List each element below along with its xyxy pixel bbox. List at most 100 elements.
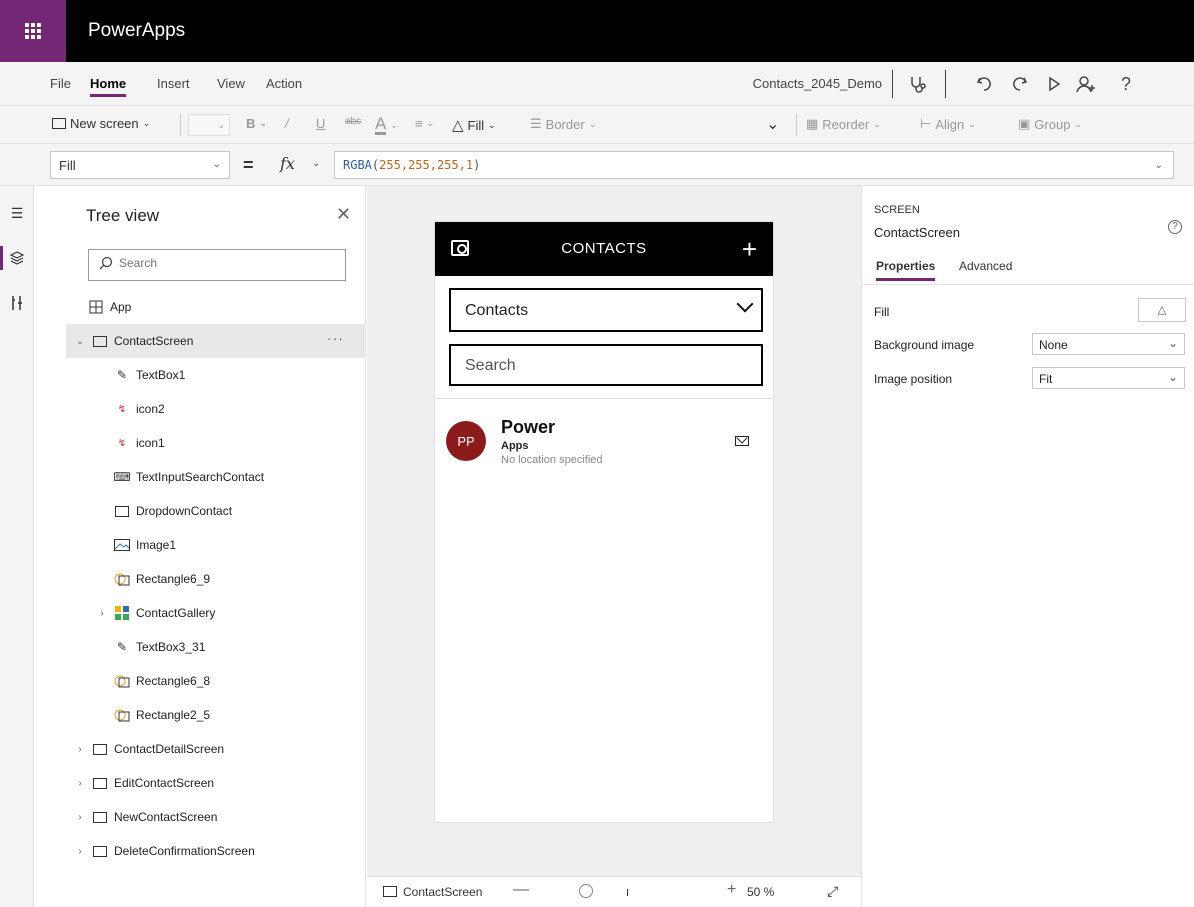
tree-item-rectangle6_9[interactable]: Rectangle6_9 (66, 562, 366, 596)
menu-view[interactable]: View (217, 76, 245, 91)
new-screen-label: New screen (70, 116, 139, 131)
tree-item-newcontactscreen[interactable]: › NewContactScreen (66, 800, 366, 834)
group-button[interactable]: ▣ Group ⌄ (1018, 116, 1082, 132)
chevron-down-icon (736, 295, 754, 313)
tree-item-label: icon2 (136, 402, 165, 416)
tree-item-app[interactable]: App (66, 290, 366, 324)
screen-header[interactable]: CONTACTS + (435, 222, 773, 276)
contact-dropdown[interactable]: Contacts (449, 288, 763, 332)
tree-search-input[interactable] (119, 256, 319, 270)
chevron-down-icon: ⌄ (1167, 370, 1178, 384)
expand-formula-icon[interactable]: ⌄ (1155, 160, 1163, 171)
more-options-icon[interactable]: ··· (327, 330, 344, 346)
tree-item-deleteconfirmationscreen[interactable]: › DeleteConfirmationScreen (66, 834, 366, 868)
tree-item-textbox1[interactable]: ✎ TextBox1 (66, 358, 366, 392)
share-user-icon[interactable] (1072, 70, 1100, 98)
menu-home[interactable]: Home (90, 76, 127, 97)
add-icon[interactable]: + (742, 234, 757, 265)
paint-bucket-icon: △ (452, 117, 464, 134)
font-color-button[interactable]: A ⌄ (375, 115, 398, 135)
tree-item-icon1[interactable]: ↯ icon1 (66, 426, 366, 460)
close-icon[interactable]: ✕ (336, 204, 351, 225)
align-lines-icon: ≡ (415, 116, 423, 131)
align-button[interactable]: ⊢ Align ⌄ (920, 116, 976, 132)
undo-icon[interactable] (970, 70, 998, 98)
tree-item-editcontactscreen[interactable]: › EditContactScreen (66, 766, 366, 800)
image-position-label: Image position (874, 372, 953, 386)
chevron-right-icon[interactable]: › (74, 846, 86, 857)
tree-item-image1[interactable]: Image1 (66, 528, 366, 562)
tree-item-textbox3_31[interactable]: ✎ TextBox3_31 (66, 630, 366, 664)
formula-input[interactable]: RGBA(255,255,255,1) ⌄ (334, 151, 1174, 179)
zoom-slider-handle[interactable] (579, 884, 593, 898)
mail-icon[interactable] (735, 436, 749, 446)
tree-item-rectangle6_8[interactable]: Rectangle6_8 (66, 664, 366, 698)
chevron-right-icon[interactable]: › (74, 778, 86, 789)
contact-screen-preview[interactable]: CONTACTS + Contacts Search PP Power Apps… (435, 222, 773, 822)
contact-search-input[interactable]: Search (449, 344, 763, 386)
avatar: PP (446, 421, 486, 461)
fit-to-window-icon[interactable]: ⤢ (827, 883, 838, 900)
image-position-dropdown[interactable]: Fit ⌄ (1032, 367, 1185, 389)
tree-item-label: icon1 (136, 436, 165, 450)
gallery-icon (114, 605, 130, 621)
italic-button[interactable]: / (285, 116, 289, 131)
tree-view-panel: Tree view ✕ App ⌄ ContactScreen ··· ✎ Te… (66, 186, 366, 907)
fill-button[interactable]: △ Fill ⌄ (452, 116, 496, 134)
strikethrough-button[interactable]: abc (345, 116, 361, 127)
tree-search-box[interactable] (88, 249, 346, 281)
fill-color-picker[interactable]: △ (1138, 298, 1186, 322)
tab-advanced[interactable]: Advanced (959, 259, 1012, 273)
tree-item-icon2[interactable]: ↯ icon2 (66, 392, 366, 426)
zoom-out-icon[interactable]: — (513, 881, 529, 899)
reorder-label: Reorder (822, 116, 870, 132)
tree-item-contactdetailscreen[interactable]: › ContactDetailScreen (66, 732, 366, 766)
tree-item-label: ContactGallery (136, 606, 216, 620)
screen-icon (92, 775, 108, 791)
chevron-right-icon[interactable]: › (74, 812, 86, 823)
layers-icon[interactable] (6, 247, 28, 269)
bold-button[interactable]: B ⌄ (246, 116, 267, 131)
hamburger-icon[interactable]: ☰ (6, 202, 28, 224)
more-chevron-icon[interactable]: ⌄ (766, 114, 779, 134)
tree-item-dropdowncontact[interactable]: DropdownContact (66, 494, 366, 528)
font-size-select[interactable]: ⌄ (188, 114, 230, 136)
chevron-right-icon[interactable]: › (96, 608, 108, 619)
control-name[interactable]: ContactScreen (874, 225, 960, 240)
chevron-down-icon: ⌄ (217, 119, 225, 130)
tree-item-label: DropdownContact (136, 504, 233, 518)
chevron-down-icon[interactable]: ⌄ (74, 336, 86, 347)
menu-action[interactable]: Action (266, 76, 302, 91)
contact-name[interactable]: Power (501, 417, 555, 438)
tree-item-rectangle2_5[interactable]: Rectangle2_5 (66, 698, 366, 732)
background-image-dropdown[interactable]: None ⌄ (1032, 333, 1185, 355)
file-name[interactable]: Contacts_2045_Demo (753, 76, 882, 91)
tree-item-contactgallery[interactable]: › ContactGallery (66, 596, 366, 630)
menu-insert[interactable]: Insert (157, 76, 190, 91)
new-screen-button[interactable]: New screen ⌄ (52, 116, 150, 131)
text-align-button[interactable]: ≡ ⌄ (415, 116, 434, 131)
app-launcher-button[interactable] (0, 0, 66, 62)
preview-play-icon[interactable] (1040, 70, 1068, 98)
underline-button[interactable]: U (316, 116, 325, 131)
tab-properties[interactable]: Properties (876, 259, 936, 281)
fx-icon[interactable]: fx (280, 154, 295, 173)
chevron-down-icon[interactable]: ⌄ (312, 158, 320, 169)
current-screen-name[interactable]: ContactScreen (403, 885, 482, 899)
tree-item-contactscreen[interactable]: ⌄ ContactScreen ··· (66, 324, 366, 358)
property-dropdown[interactable]: Fill ⌄ (50, 151, 230, 179)
help-icon[interactable]: ? (1112, 70, 1140, 98)
align-icon: ⊢ (920, 116, 932, 131)
border-button[interactable]: ☰ Border ⌄ (530, 116, 596, 132)
design-canvas[interactable]: CONTACTS + Contacts Search PP Power Apps… (367, 186, 861, 876)
zoom-in-icon[interactable]: + (727, 881, 736, 899)
app-checker-icon[interactable] (904, 70, 932, 98)
reorder-button[interactable]: ▦ Reorder ⌄ (806, 116, 881, 132)
tools-icon[interactable] (6, 292, 28, 314)
help-icon[interactable]: ? (1168, 220, 1182, 234)
chevron-right-icon[interactable]: › (74, 744, 86, 755)
formula-bar: Fill ⌄ = fx ⌄ RGBA(255,255,255,1) ⌄ (0, 144, 1194, 186)
menu-file[interactable]: File (50, 76, 71, 91)
tree-item-textinputsearchcontact[interactable]: ⌨ TextInputSearchContact (66, 460, 366, 494)
redo-icon[interactable] (1006, 70, 1034, 98)
